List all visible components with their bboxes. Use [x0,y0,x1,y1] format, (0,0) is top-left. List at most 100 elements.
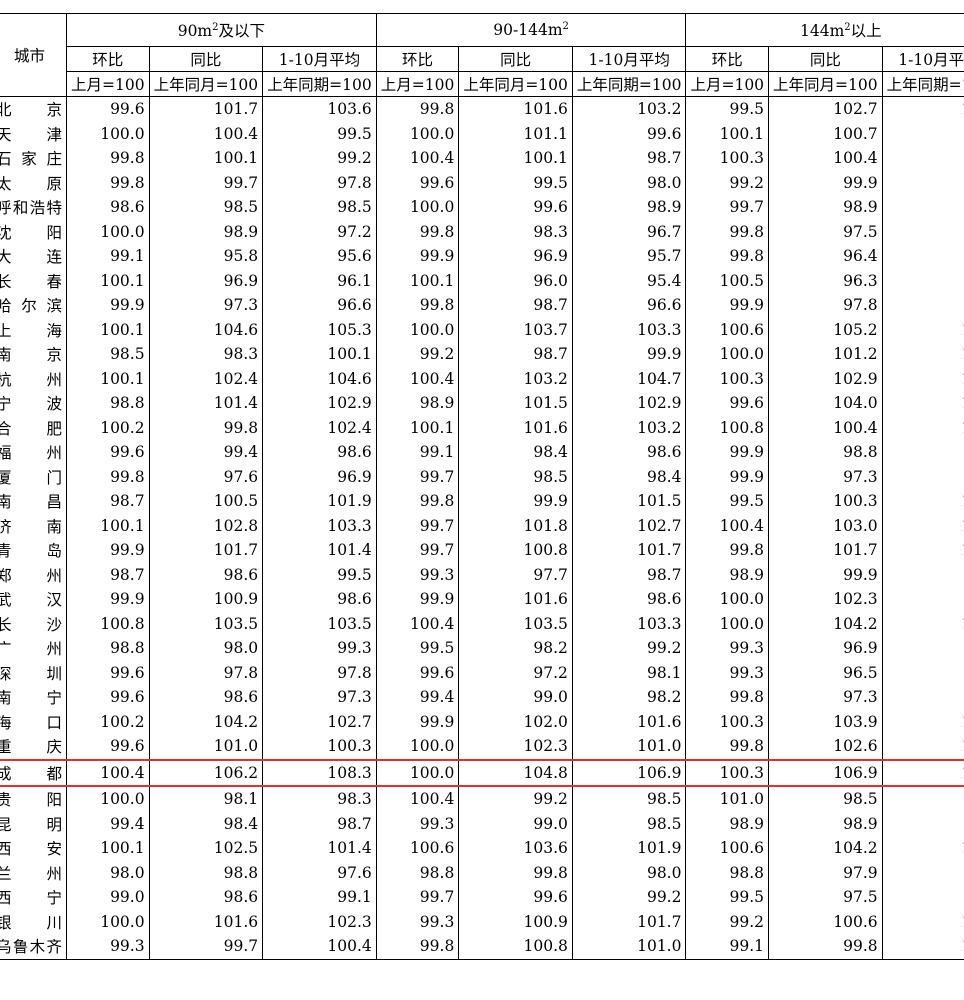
city-column-header: 城市 [0,13,67,97]
city-cell: 青岛 [0,538,67,563]
city-cell: 呼和浩特 [0,195,67,220]
value-cell: 99.3 [375,562,460,587]
table-row: 长春100.196.996.1100.196.095.4100.596.395 [0,268,964,293]
value-cell: 100.1 [66,366,150,391]
value-cell: 102.4 [148,366,264,391]
value-cell: 97.2 [458,660,573,685]
city-cell: 重庆 [0,734,67,760]
value-cell: 103 [881,391,964,416]
value-cell: 104 [881,366,964,391]
value-cell: 101.6 [571,709,687,734]
subheader-mom: 环比 [66,46,150,72]
value-cell: 104.2 [768,611,883,636]
value-cell: 99.1 [685,934,770,960]
value-cell: 100.1 [458,146,573,171]
value-cell: 98.9 [768,811,883,836]
base-label-avg: 上年同期=100 [571,71,687,97]
value-cell: 99.9 [571,342,687,367]
value-cell: 96.1 [262,268,377,293]
value-cell: 100.0 [685,587,770,612]
value-cell: 98.8 [148,860,264,885]
value-cell: 98 [881,636,964,661]
table-row: 长沙 100.8 103.5 103.5 100.4 103.5 103.3 100.0 104… [0,611,964,636]
value-cell: 99.8 [148,415,264,440]
value-cell: 99.5 [262,121,377,146]
value-cell: 100.1 [66,513,150,538]
city-name: 大连 [0,248,62,267]
value-cell: 99.8 [458,860,573,885]
value-cell: 98.3 [148,342,264,367]
value-cell: 101.6 [148,909,264,934]
value-cell: 101.4 [262,538,377,563]
value-cell: 99.8 [685,685,770,710]
value-cell: 99.7 [375,885,460,910]
city-cell: 长春 [0,268,67,293]
table-row: 厦门99.897.696.999.798.598.499.997.396 [0,464,964,489]
value-cell: 98.6 [148,562,264,587]
value-cell: 98.4 [571,464,687,489]
value-cell: 99.8 [685,219,770,244]
value-cell: 98.6 [262,587,377,612]
value-cell: 100.1 [148,146,264,171]
value-cell: 103.2 [571,96,687,122]
value-cell: 100.3 [685,146,770,171]
value-cell: 95.7 [571,244,687,269]
value-cell: 100.0 [66,909,150,934]
value-cell: 99.8 [66,170,150,195]
city-name: 厦门 [0,468,62,487]
value-cell: 101 [881,489,964,514]
value-cell: 101.1 [458,121,573,146]
value-cell: 101.9 [571,836,687,861]
value-cell: 98.6 [66,195,150,220]
value-cell: 103.9 [768,709,883,734]
value-cell: 99.7 [148,170,264,195]
subheader-mom: 环比 [375,46,460,72]
table-row: 哈尔滨99.997.396.699.898.796.699.997.895 [0,293,964,318]
subheader-row: 环比 同比 1-10月平均 环比 同比 1-10月平均 环比 同比 1-10月平… [0,46,964,72]
value-cell: 99.8 [685,734,770,760]
price-index-table: 城市 90m2及以下 90-144m2 144m2以上 环比 同比 1-10月平… [0,13,964,960]
value-cell: 101.5 [571,489,687,514]
city-name: 西宁 [0,889,62,908]
value-cell: 99.7 [148,934,264,960]
value-cell: 96.6 [571,293,687,318]
value-cell: 98.5 [66,342,150,367]
value-cell: 102 [881,538,964,563]
value-cell: 100 [881,734,964,760]
value-cell: 99.7 [375,538,460,563]
value-cell: 98.4 [458,440,573,465]
value-cell: 98.9 [768,195,883,220]
value-cell: 102.3 [458,734,573,760]
value-cell: 102.9 [768,366,883,391]
table-row: 郑州98.798.699.599.397.798.798.999.999 [0,562,964,587]
value-cell: 96.4 [768,244,883,269]
value-cell: 100.4 [375,786,460,812]
group-header-row: 城市 90m2及以下 90-144m2 144m2以上 [0,13,964,97]
value-cell: 100.8 [458,538,573,563]
subheader-yoy: 同比 [148,46,264,72]
value-cell: 99.3 [685,636,770,661]
subheader-avg: 1-10月平均 [571,46,687,72]
value-cell: 97.9 [768,860,883,885]
city-name: 福州 [0,444,62,463]
value-cell: 96 [881,219,964,244]
value-cell: 98.6 [571,587,687,612]
value-cell: 100.4 [66,758,150,787]
value-cell: 98.7 [571,562,687,587]
value-cell: 103.5 [262,611,377,636]
subheader-yoy: 同比 [768,46,883,72]
value-cell: 99.9 [66,538,150,563]
city-name: 长沙 [0,615,62,634]
value-cell: 104.8 [458,758,573,787]
value-cell: 98.8 [768,440,883,465]
value-cell: 99.7 [375,513,460,538]
value-cell: 99.5 [685,96,770,122]
value-cell: 96.9 [148,268,264,293]
value-cell: 99.6 [571,121,687,146]
value-cell: 100.4 [375,146,460,171]
value-cell: 103.6 [458,836,573,861]
value-cell: 98.5 [262,195,377,220]
value-cell: 100.0 [375,317,460,342]
city-name: 广州 [0,640,62,659]
value-cell: 99.9 [66,587,150,612]
